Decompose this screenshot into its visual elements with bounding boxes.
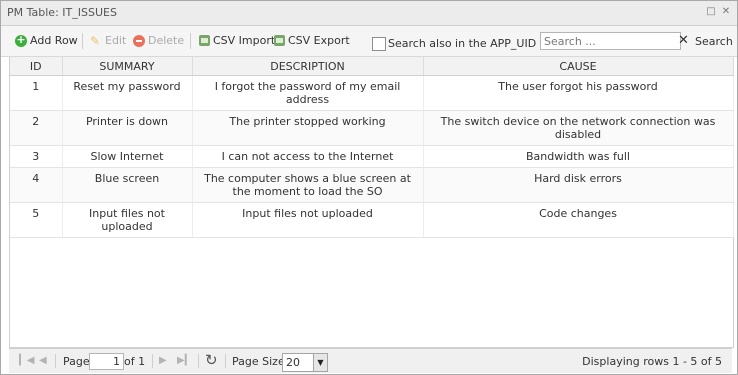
- pager-divider: [55, 354, 56, 368]
- cell-description: Input files not uploaded: [192, 202, 424, 238]
- pagination-bar: ▎◀ ◀ Page of 1 ▶ ▶▎ ↻ Page Size: 20 ▼ Di…: [9, 348, 732, 373]
- close-icon[interactable]: ✕: [721, 7, 731, 17]
- cell-cause: The switch device on the network connect…: [423, 110, 734, 146]
- next-page-icon[interactable]: ▶: [159, 355, 167, 366]
- table-row[interactable]: 1 Reset my password I forgot the passwor…: [10, 75, 734, 111]
- plus-circle-icon: [15, 33, 27, 47]
- page-size-value: 20: [286, 356, 300, 369]
- cell-cause: The user forgot his password: [423, 75, 734, 111]
- cell-id: 1: [10, 75, 63, 111]
- refresh-icon[interactable]: ↻: [205, 351, 218, 369]
- toolbar-divider: [190, 33, 191, 49]
- page-size-select[interactable]: 20 ▼: [282, 353, 328, 372]
- cell-summary: Blue screen: [62, 167, 193, 203]
- cell-cause: Hard disk errors: [423, 167, 734, 203]
- chevron-down-icon[interactable]: ▼: [313, 354, 327, 371]
- pager-divider: [225, 354, 226, 368]
- issues-table: ID SUMMARY DESCRIPTION CAUSE 1 Reset my …: [10, 57, 734, 238]
- cell-description: I can not access to the Internet: [192, 145, 424, 168]
- header-row: ID SUMMARY DESCRIPTION CAUSE: [10, 57, 734, 76]
- csv-import-button[interactable]: CSV Import: [199, 34, 275, 47]
- page-label: Page: [63, 355, 90, 368]
- window-controls: □ ✕: [706, 7, 731, 17]
- previous-page-icon[interactable]: ◀: [39, 355, 47, 366]
- table-row[interactable]: 4 Blue screen The computer shows a blue …: [10, 167, 734, 203]
- column-header-description[interactable]: DESCRIPTION: [192, 57, 424, 76]
- add-row-button[interactable]: Add Row: [15, 33, 78, 47]
- cell-cause: Code changes: [423, 202, 734, 238]
- toolbar-divider: [82, 33, 83, 49]
- cell-summary: Printer is down: [62, 110, 193, 146]
- cell-description: I forgot the password of my email addres…: [192, 75, 424, 111]
- data-grid: ID SUMMARY DESCRIPTION CAUSE 1 Reset my …: [9, 57, 734, 348]
- last-page-icon[interactable]: ▶▎: [177, 355, 192, 366]
- search-button[interactable]: Search: [695, 35, 733, 48]
- cell-summary: Slow Internet: [62, 145, 193, 168]
- pencil-icon: ✎: [90, 33, 101, 48]
- table-row[interactable]: 2 Printer is down The printer stopped wo…: [10, 110, 734, 146]
- csv-export-icon: [274, 35, 285, 46]
- window-title: PM Table: IT_ISSUES: [7, 6, 117, 19]
- column-header-cause[interactable]: CAUSE: [423, 57, 734, 76]
- delete-button[interactable]: Delete: [133, 34, 184, 47]
- edit-button[interactable]: ✎ Edit: [90, 34, 126, 47]
- column-header-id[interactable]: ID: [10, 57, 63, 76]
- search-app-uid-checkbox[interactable]: [372, 37, 386, 51]
- column-header-summary[interactable]: SUMMARY: [62, 57, 193, 76]
- title-bar: PM Table: IT_ISSUES □ ✕: [1, 1, 737, 26]
- display-count-text: Displaying rows 1 - 5 of 5: [582, 355, 722, 368]
- csv-export-button[interactable]: CSV Export: [274, 34, 350, 47]
- cell-summary: Reset my password: [62, 75, 193, 111]
- pager-divider: [152, 354, 153, 368]
- table-row[interactable]: 3 Slow Internet I can not access to the …: [10, 145, 734, 168]
- page-count-label: of 1: [124, 355, 146, 368]
- first-page-icon[interactable]: ▎◀: [19, 355, 34, 366]
- page-size-label: Page Size:: [232, 355, 289, 368]
- cell-description: The printer stopped working: [192, 110, 424, 146]
- search-app-uid-label: Search also in the APP_UID field: [388, 37, 564, 50]
- clear-search-icon[interactable]: ✕: [677, 32, 690, 50]
- cell-cause: Bandwidth was full: [423, 145, 734, 168]
- pm-table-window: PM Table: IT_ISSUES □ ✕ Add Row ✎ Edit D…: [0, 0, 738, 375]
- cell-description: The computer shows a blue screen at the …: [192, 167, 424, 203]
- table-row[interactable]: 5 Input files not uploaded Input files n…: [10, 202, 734, 238]
- cell-id: 5: [10, 202, 63, 238]
- cell-id: 3: [10, 145, 63, 168]
- pager-divider: [198, 354, 199, 368]
- csv-import-icon: [199, 35, 210, 46]
- cell-summary: Input files not uploaded: [62, 202, 193, 238]
- search-input[interactable]: [540, 32, 681, 50]
- cell-id: 4: [10, 167, 63, 203]
- cell-id: 2: [10, 110, 63, 146]
- page-number-input[interactable]: [89, 353, 124, 370]
- minus-circle-icon: [133, 34, 145, 47]
- maximize-icon[interactable]: □: [706, 7, 716, 17]
